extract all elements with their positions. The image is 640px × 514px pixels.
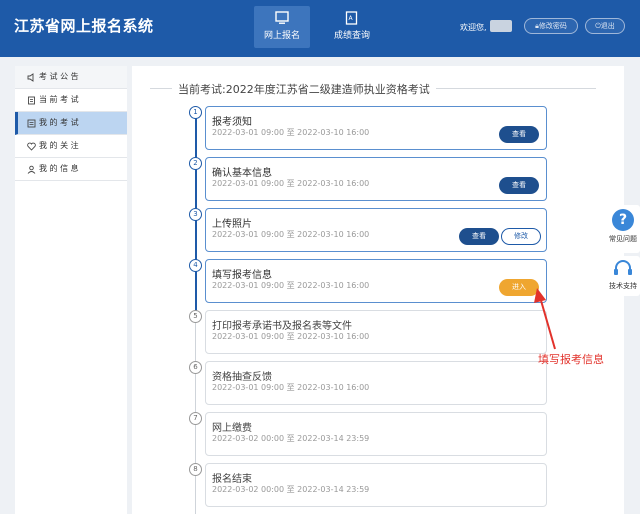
change-password-button[interactable]: 🔒︎修改密码 [524,18,578,34]
step-number: 7 [189,412,202,425]
monitor-icon [275,11,289,24]
step-time: 2022-03-01 09:00 至 2022-03-10 16:00 [212,383,370,392]
step-title: 确认基本信息 [212,168,272,179]
sidebar-item-label: 考 试 公 告 [39,72,79,81]
step-number: 3 [189,208,202,221]
welcome-text: 欢迎您, [460,23,487,32]
sidebar-item-label: 我 的 考 试 [39,118,79,127]
step-number: 8 [189,463,202,476]
step-card-online-payment: 网上缴费 2022-03-02 00:00 至 2022-03-14 23:59 [205,412,547,456]
step-card-qualification-check: 资格抽查反馈 2022-03-01 09:00 至 2022-03-10 16:… [205,361,547,405]
logout-button[interactable]: ⏻退出 [585,18,625,34]
step-time: 2022-03-01 09:00 至 2022-03-10 16:00 [212,128,370,137]
faq-label: 常见问题 [609,235,637,243]
logout-label: 退出 [600,22,615,30]
step-number: 6 [189,361,202,374]
step-card-exam-notice: 报考须知 2022-03-01 09:00 至 2022-03-10 16:00… [205,106,547,150]
change-password-label: 修改密码 [538,22,567,30]
tech-support-label: 技术支持 [609,282,637,290]
exam-title: 当前考试:2022年度江苏省二级建造师执业资格考试 [172,81,436,97]
step-title: 资格抽查反馈 [212,372,272,383]
step-number: 2 [189,157,202,170]
nav-tab-label: 成绩查询 [333,31,370,41]
document-icon [28,96,35,104]
sidebar-item-my-follows[interactable]: 我 的 关 注 [15,135,127,158]
sidebar-item-label: 我 的 关 注 [39,141,79,150]
step-time: 2022-03-02 00:00 至 2022-03-14 23:59 [212,434,370,443]
nav-tab-online-registration[interactable]: 网上报名 [254,6,310,48]
step-card-upload-photo: 上传照片 2022-03-01 09:00 至 2022-03-10 16:00… [205,208,547,252]
view-button[interactable]: 查看 [499,177,539,194]
username-display [490,20,512,32]
edit-button[interactable]: 修改 [501,228,541,245]
step-time: 2022-03-02 00:00 至 2022-03-14 23:59 [212,485,370,494]
step-card-confirm-info: 确认基本信息 2022-03-01 09:00 至 2022-03-10 16:… [205,157,547,201]
step-number: 5 [189,310,202,323]
sidebar-item-my-exams[interactable]: 我 的 考 试 [15,112,127,135]
step-time: 2022-03-01 09:00 至 2022-03-10 16:00 [212,179,370,188]
step-card-registration-end: 报名结束 2022-03-02 00:00 至 2022-03-14 23:59 [205,463,547,507]
nav-tab-label: 网上报名 [263,31,300,41]
sidebar-item-announcements[interactable]: 考 试 公 告 [15,66,127,89]
faq-float-button[interactable]: ? 常见问题 [606,205,640,253]
step-time: 2022-03-01 09:00 至 2022-03-10 16:00 [212,281,370,290]
step-card-print-forms: 打印报考承诺书及报名表等文件 2022-03-01 09:00 至 2022-0… [205,310,547,354]
step-time: 2022-03-01 09:00 至 2022-03-10 16:00 [212,332,370,341]
step-title: 网上缴费 [212,423,252,434]
nav-tab-score-query[interactable]: A 成绩查询 [323,6,381,48]
sidebar-item-my-info[interactable]: 我 的 信 息 [15,158,127,181]
annotation-label: 填写报考信息 [538,353,604,366]
site-title: 江苏省网上报名系统 [14,17,154,35]
sidebar-item-label: 当 前 考 试 [39,95,79,104]
step-title: 报考须知 [212,117,252,128]
view-button[interactable]: 查看 [459,228,499,245]
score-search-icon: A [345,11,358,25]
annotation-arrow [534,288,556,350]
step-number: 1 [189,106,202,119]
step-card-fill-info: 填写报考信息 2022-03-01 09:00 至 2022-03-10 16:… [205,259,547,303]
view-button[interactable]: 查看 [499,126,539,143]
user-icon [27,165,36,174]
svg-text:A: A [349,15,354,22]
speaker-icon [27,72,34,82]
headset-icon [614,260,632,275]
sidebar: 考 试 公 告 当 前 考 试 我 的 考 试 我 的 关 注 我 的 信 息 [15,66,127,514]
step-title: 上传照片 [212,219,252,230]
step-number: 4 [189,259,202,272]
sidebar-item-label: 我 的 信 息 [39,164,79,173]
heart-icon [27,142,36,151]
step-title: 填写报考信息 [212,270,272,281]
tech-support-float-button[interactable]: 技术支持 [606,256,640,296]
list-icon [27,119,36,127]
question-icon: ? [612,209,634,231]
step-title: 报名结束 [212,474,252,485]
sidebar-item-current-exam[interactable]: 当 前 考 试 [15,89,127,112]
step-title: 打印报考承诺书及报名表等文件 [212,321,352,332]
top-header: 江苏省网上报名系统 网上报名 A 成绩查询 欢迎您, 🔒︎修改密码 ⏻退出 [0,0,640,57]
step-time: 2022-03-01 09:00 至 2022-03-10 16:00 [212,230,370,239]
